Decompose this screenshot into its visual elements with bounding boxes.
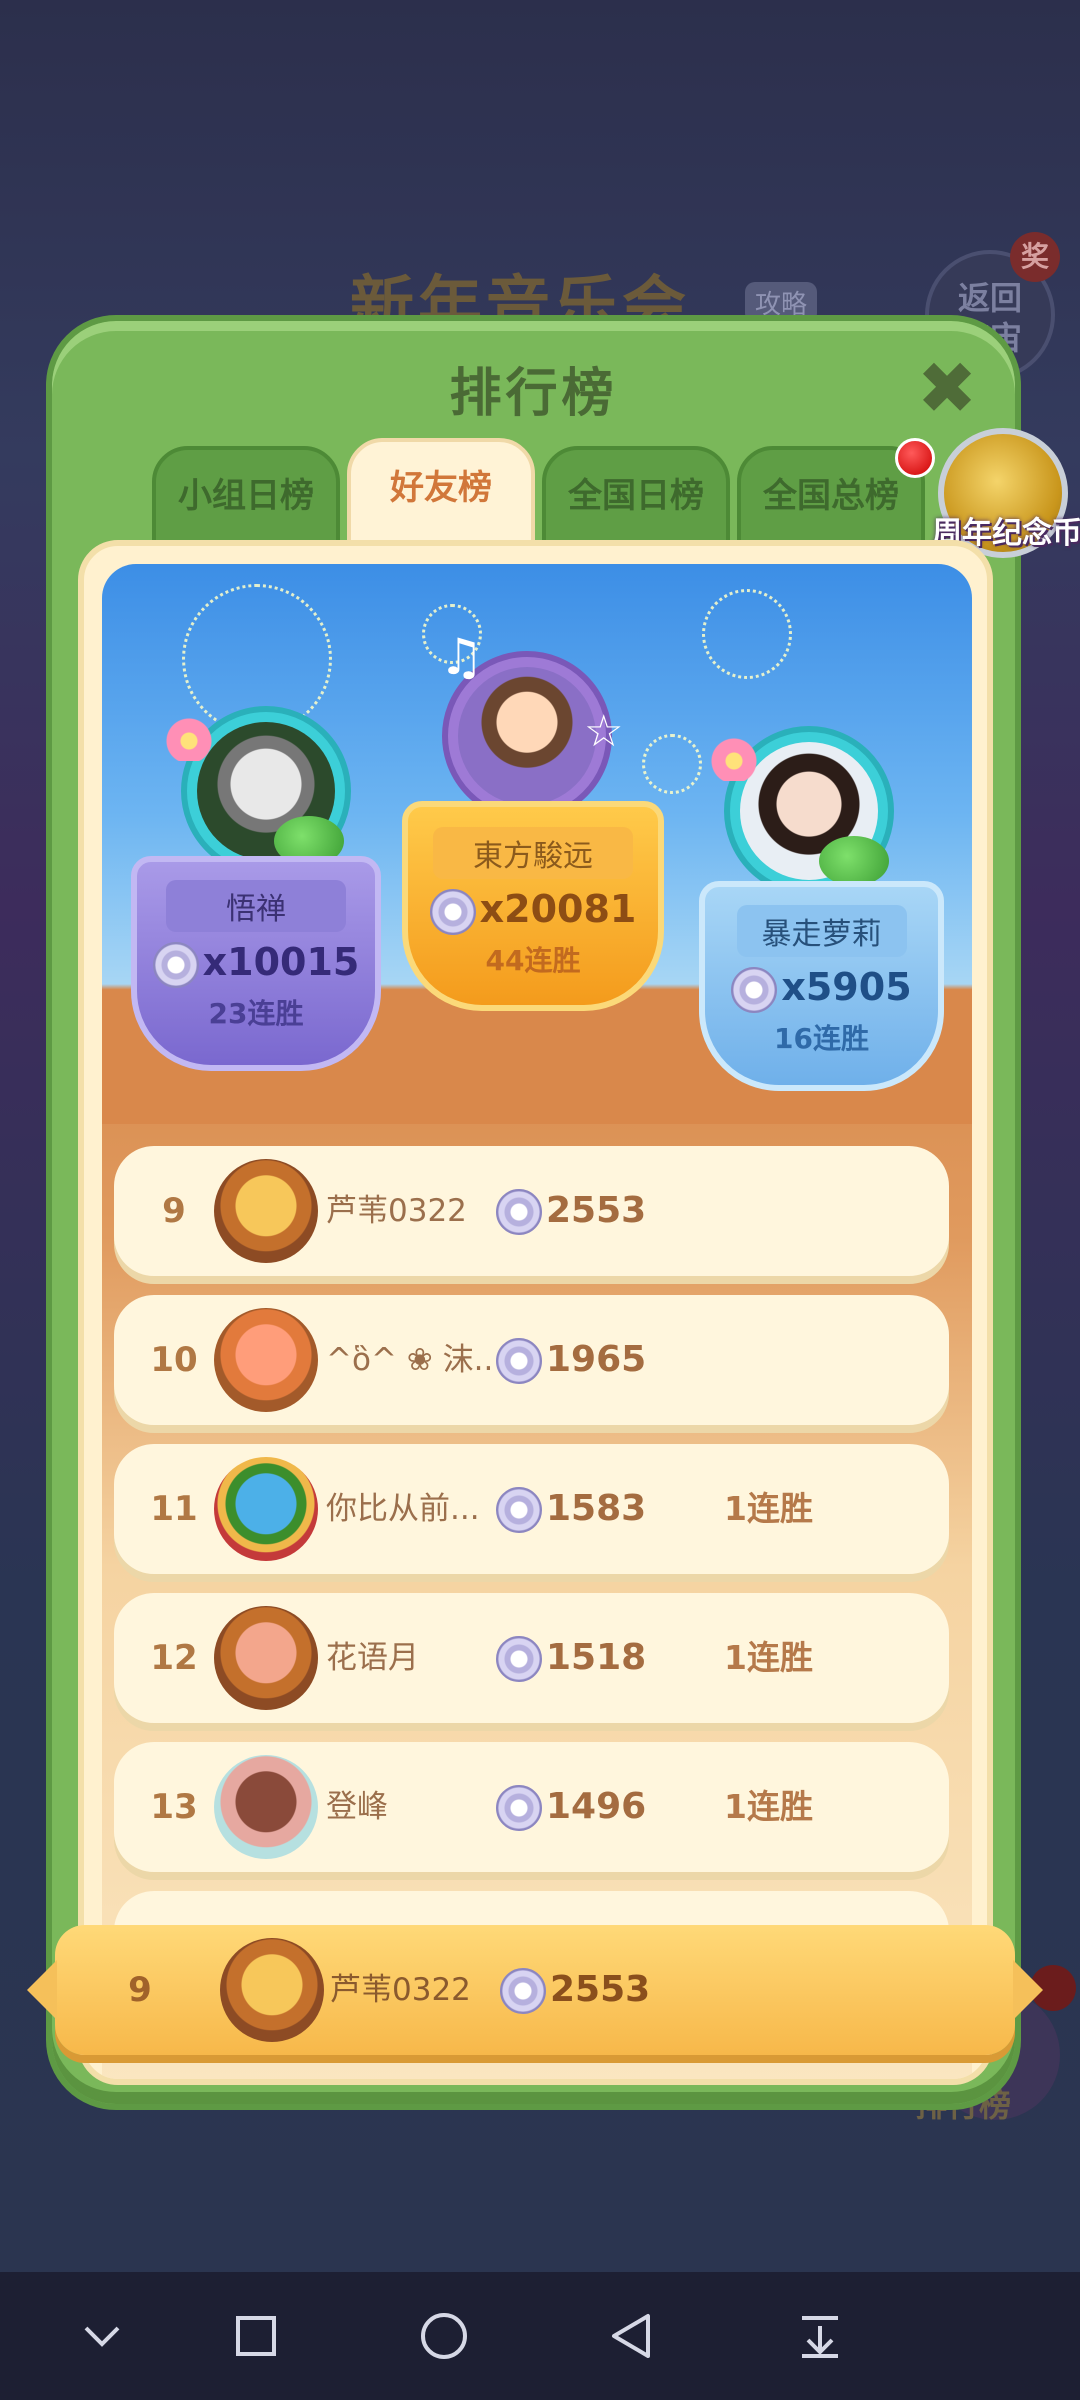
flower-decoration bbox=[704, 731, 764, 781]
firework-decoration bbox=[702, 589, 792, 679]
disc-icon bbox=[152, 941, 199, 988]
podium-first-streak: 44连胜 bbox=[485, 943, 581, 977]
rank-number: 9 bbox=[128, 1970, 152, 2010]
my-rank-row[interactable]: 9 芦苇0322 2553 bbox=[27, 1925, 1043, 2055]
system-nav-bar bbox=[0, 2272, 1080, 2400]
disc-icon bbox=[496, 1487, 542, 1533]
leaderboard-panel: ♫ ☆ 東方駿远 x20081 44连胜 悟禅 x10015 23连胜 暴走萝莉… bbox=[78, 540, 993, 2085]
player-name: 芦苇0322 bbox=[330, 1972, 471, 2008]
rank-number: 13 bbox=[150, 1787, 198, 1827]
music-note-icon: ♫ bbox=[439, 628, 484, 686]
reward-badge: 奖 bbox=[1010, 232, 1060, 282]
player-name: ^ὃ^ ❀ 沫... bbox=[326, 1342, 496, 1378]
podium-third-score: x5905 bbox=[781, 965, 912, 1009]
list-item[interactable]: 9 芦苇0322 2553 bbox=[114, 1146, 949, 1276]
player-name: 你比从前... bbox=[326, 1491, 480, 1527]
list-item[interactable]: 10 ^ὃ^ ❀ 沫... 1965 bbox=[114, 1295, 949, 1425]
list-item[interactable]: 13 登峰 1496 1连胜 bbox=[114, 1742, 949, 1872]
recent-apps-icon[interactable] bbox=[196, 2272, 316, 2400]
player-score: 1965 bbox=[546, 1339, 647, 1380]
disc-icon bbox=[496, 1338, 542, 1384]
player-score: 1496 bbox=[546, 1786, 647, 1827]
podium-second-score: x10015 bbox=[202, 940, 360, 984]
home-icon[interactable] bbox=[384, 2272, 504, 2400]
tab-friends[interactable]: 好友榜 bbox=[347, 438, 535, 550]
avatar[interactable] bbox=[220, 1938, 324, 2042]
disc-icon bbox=[496, 1636, 542, 1682]
chevron-down-icon[interactable] bbox=[42, 2272, 162, 2400]
podium-third-streak: 16连胜 bbox=[774, 1021, 869, 1055]
player-score: 1518 bbox=[546, 1637, 647, 1678]
player-name: 登峰 bbox=[326, 1789, 388, 1825]
player-score: 2553 bbox=[546, 1190, 647, 1231]
rank-number: 11 bbox=[150, 1489, 198, 1529]
rank-number: 9 bbox=[162, 1191, 186, 1231]
player-score: 1583 bbox=[546, 1488, 647, 1529]
leaf-decoration bbox=[819, 836, 889, 886]
disc-icon bbox=[496, 1785, 542, 1831]
disc-icon bbox=[500, 1968, 546, 2014]
notification-pull-icon[interactable] bbox=[760, 2272, 880, 2400]
podium-second-streak: 23连胜 bbox=[208, 996, 304, 1030]
close-icon[interactable]: ✖ bbox=[912, 352, 982, 424]
tab-group-daily[interactable]: 小组日榜 bbox=[152, 446, 340, 546]
disc-icon bbox=[496, 1189, 542, 1235]
player-streak: 1连胜 bbox=[724, 1638, 813, 1677]
podium-third-name: 暴走萝莉 bbox=[736, 905, 907, 957]
podium-first-score: x20081 bbox=[479, 887, 637, 931]
back-icon[interactable] bbox=[572, 2272, 692, 2400]
disc-icon bbox=[731, 966, 778, 1013]
avatar[interactable] bbox=[214, 1606, 318, 1710]
podium-first-name: 東方駿远 bbox=[433, 827, 633, 879]
tab-national-daily[interactable]: 全国日榜 bbox=[542, 446, 730, 546]
list-item[interactable]: 11 你比从前... 1583 1连胜 bbox=[114, 1444, 949, 1574]
player-streak: 1连胜 bbox=[724, 1489, 813, 1528]
avatar[interactable] bbox=[214, 1159, 318, 1263]
notification-dot bbox=[895, 438, 935, 478]
podium-first: 東方駿远 x20081 44连胜 bbox=[402, 801, 664, 1011]
firework-decoration bbox=[642, 734, 702, 794]
avatar[interactable] bbox=[214, 1457, 318, 1561]
player-streak: 1连胜 bbox=[724, 1787, 813, 1826]
star-icon: ☆ bbox=[584, 706, 624, 757]
podium-third: 暴走萝莉 x5905 16连胜 bbox=[699, 881, 944, 1091]
avatar[interactable] bbox=[214, 1755, 318, 1859]
player-score: 2553 bbox=[550, 1969, 651, 2010]
player-name: 芦苇0322 bbox=[326, 1193, 467, 1229]
flower-decoration bbox=[159, 711, 219, 761]
player-name: 花语月 bbox=[326, 1640, 419, 1676]
list-item[interactable]: 12 花语月 1518 1连胜 bbox=[114, 1593, 949, 1723]
rank-number: 10 bbox=[150, 1340, 198, 1380]
podium-second: 悟禅 x10015 23连胜 bbox=[131, 856, 381, 1071]
avatar[interactable] bbox=[214, 1308, 318, 1412]
modal-title: 排行榜 bbox=[449, 364, 618, 424]
disc-icon bbox=[429, 888, 476, 935]
podium-second-name: 悟禅 bbox=[166, 880, 346, 932]
rank-number: 12 bbox=[150, 1638, 198, 1678]
